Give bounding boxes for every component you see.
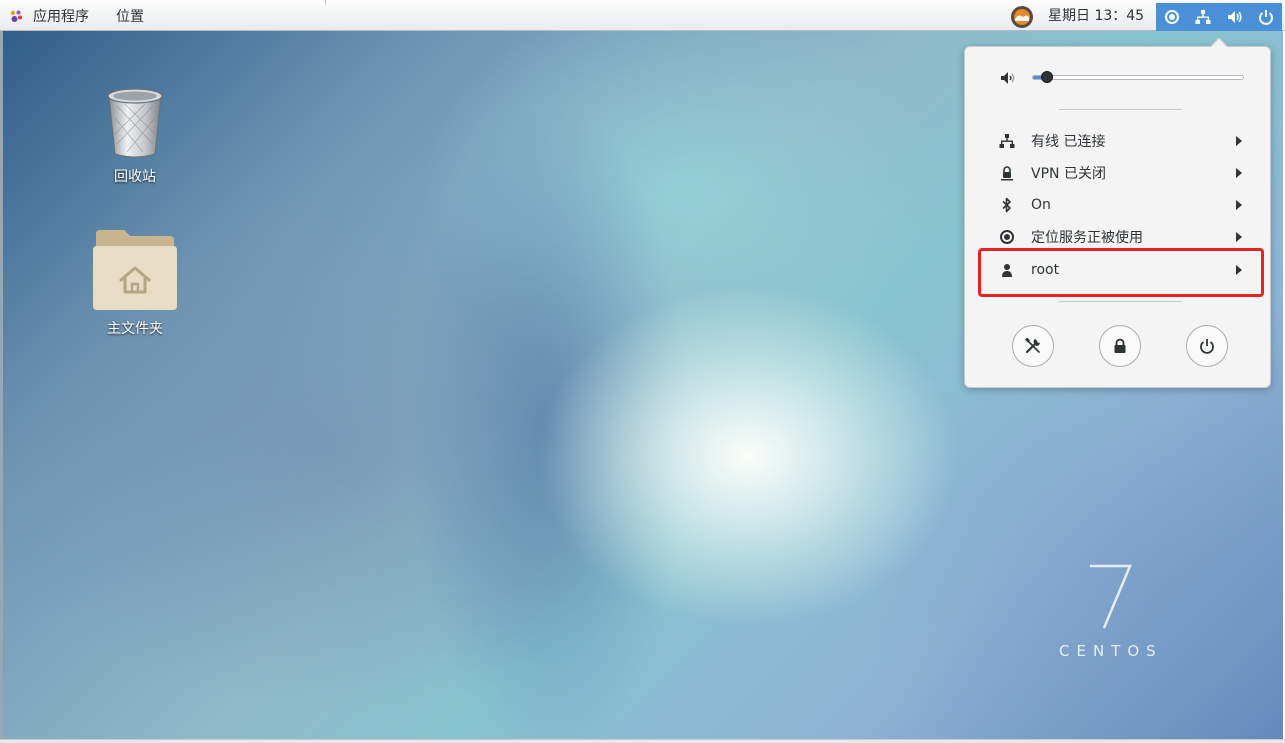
centos-wordmark: CENTOS — [1059, 642, 1163, 660]
applications-menu[interactable]: 应用程序 — [8, 5, 89, 27]
menu-item-wired-network[interactable]: 有线 已连接 — [965, 126, 1270, 156]
bottom-edge — [0, 739, 1285, 743]
submenu-arrow-icon — [1236, 232, 1242, 242]
lock-icon — [1114, 338, 1126, 353]
power-icon — [1200, 339, 1214, 354]
menu-item-label: On — [1031, 197, 1051, 213]
menu-item-label: 有线 已连接 — [1031, 134, 1106, 150]
menu-item-label: VPN 已关闭 — [1031, 166, 1106, 182]
menu-divider — [1059, 301, 1182, 302]
volume-icon — [1226, 8, 1244, 26]
places-menu[interactable]: 位置 — [116, 5, 144, 27]
bluetooth-icon — [998, 196, 1016, 214]
lock-screen-button[interactable] — [1099, 325, 1141, 367]
submenu-arrow-icon — [1236, 136, 1242, 146]
power-off-button[interactable] — [1186, 325, 1228, 367]
clock[interactable]: 星期日 13：45 — [1048, 5, 1144, 27]
menu-divider — [1059, 109, 1182, 110]
volume-low-icon[interactable] — [999, 69, 1017, 87]
location-icon — [1163, 8, 1181, 26]
places-menu-label: 位置 — [116, 9, 144, 25]
network-wired-icon — [1194, 8, 1212, 26]
submenu-arrow-icon — [1236, 168, 1242, 178]
power-icon — [1257, 8, 1275, 26]
trash-label: 回收站 — [114, 169, 156, 185]
annotation-highlight-box — [978, 248, 1264, 297]
vpn-lock-icon — [998, 164, 1016, 182]
system-status-area[interactable] — [1156, 3, 1282, 31]
trash-icon — [107, 88, 163, 158]
volume-slider[interactable] — [1032, 75, 1244, 80]
weather-icon[interactable] — [1010, 5, 1034, 29]
menu-item-bluetooth[interactable]: On — [965, 190, 1270, 220]
menu-item-label: 定位服务正被使用 — [1031, 230, 1143, 246]
window-border — [0, 31, 3, 743]
home-folder-label: 主文件夹 — [107, 321, 163, 337]
location-icon — [998, 228, 1016, 246]
trash-desktop-icon[interactable]: 回收站 — [80, 84, 190, 186]
gnome-foot-icon — [10, 10, 22, 22]
volume-slider-handle[interactable] — [1040, 71, 1053, 83]
system-menu: 有线 已连接 VPN 已关闭 On 定位服务正被使用 root — [964, 46, 1271, 388]
applications-menu-label: 应用程序 — [33, 9, 89, 25]
top-bar: 应用程序 位置 星期日 13：45 — [0, 0, 1285, 31]
centos-seven-logo — [1090, 564, 1132, 629]
top-bar-separator — [325, 0, 326, 5]
settings-button[interactable] — [1012, 325, 1054, 367]
home-folder-icon — [93, 230, 177, 310]
popup-arrow-inner — [1211, 39, 1227, 47]
network-wired-icon — [998, 132, 1016, 150]
submenu-arrow-icon — [1236, 200, 1242, 210]
settings-icon — [1025, 337, 1040, 354]
home-folder-desktop-icon[interactable]: 主文件夹 — [80, 228, 190, 338]
menu-item-vpn[interactable]: VPN 已关闭 — [965, 158, 1270, 188]
